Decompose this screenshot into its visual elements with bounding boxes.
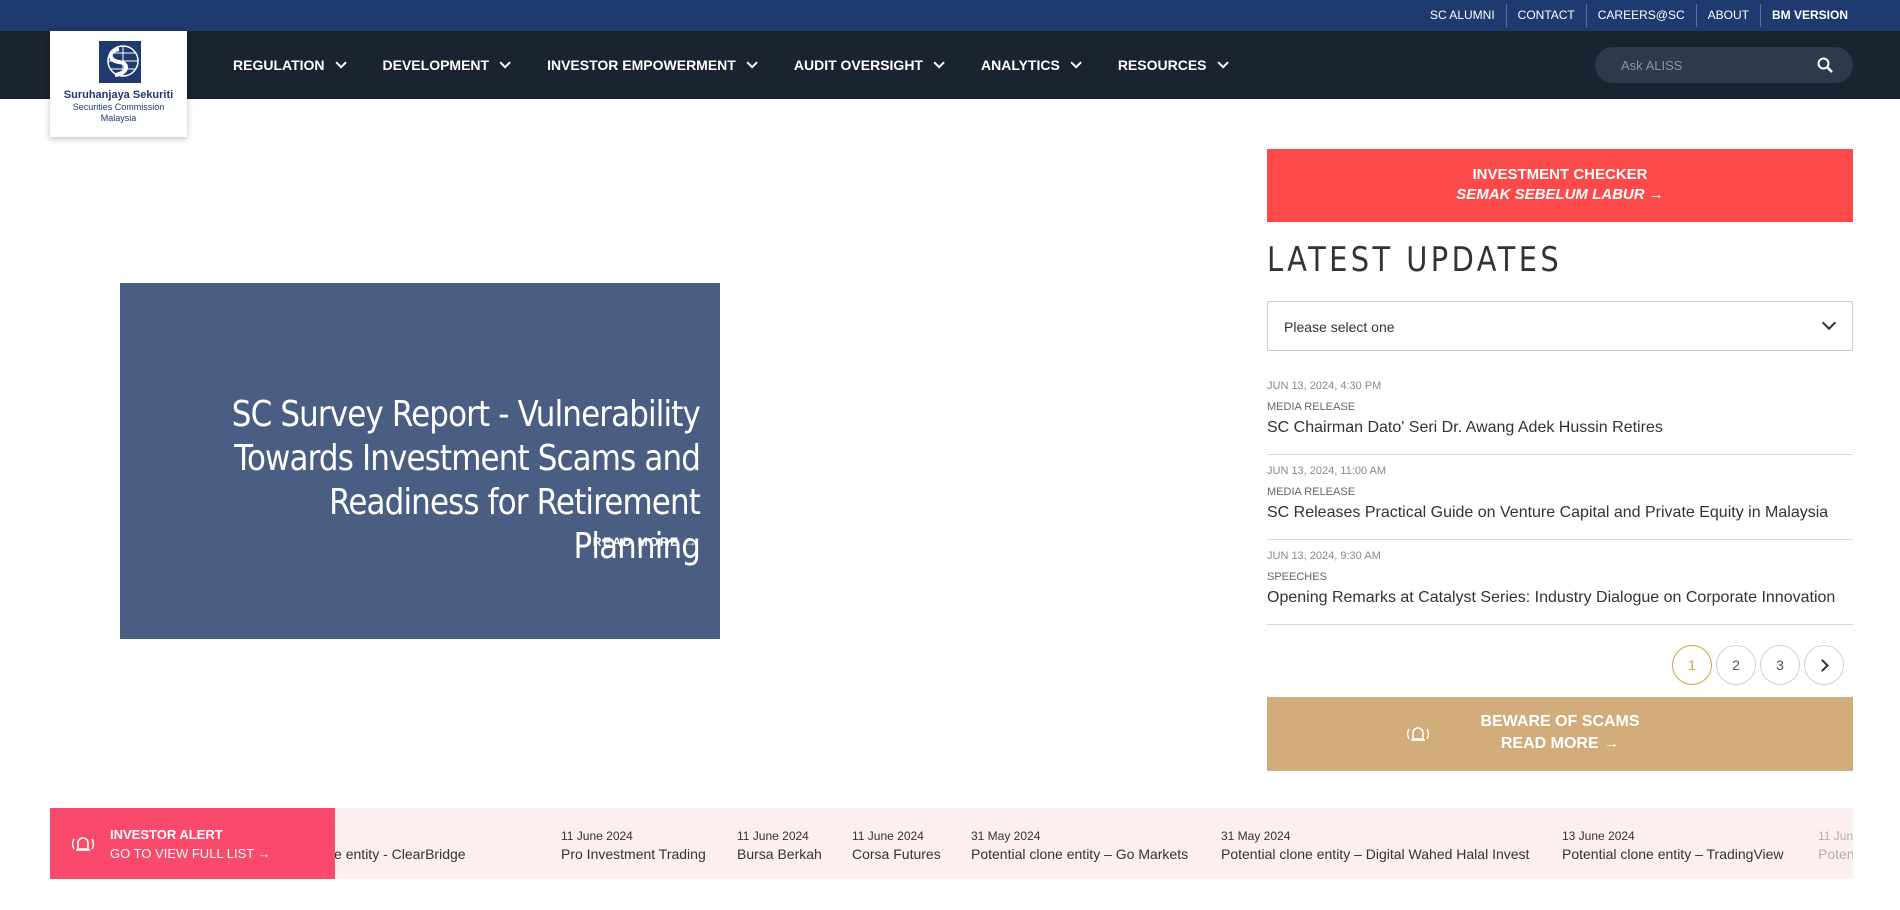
ticker-date: 31 May 2024 (971, 829, 1041, 843)
ticker-item[interactable]: 11 June 2024 Potential clone entity (1818, 829, 1853, 862)
nav-label: ANALYTICS (980, 57, 1060, 73)
sc-logo-icon (99, 41, 141, 83)
news-item[interactable]: JUN 13, 2024, 9:30 AM SPEECHES Opening R… (1267, 550, 1853, 625)
chevron-down-icon (933, 57, 945, 69)
ticker-date: 11 June 2024 (852, 829, 924, 843)
nav-label: AUDIT OVERSIGHT (793, 57, 923, 73)
site-logo[interactable]: Suruhanjaya Sekuriti Securities Commissi… (50, 31, 187, 137)
search-input[interactable] (1621, 47, 1811, 83)
chevron-down-icon (499, 57, 511, 69)
news-headline[interactable]: SC Chairman Dato' Seri Dr. Awang Adek Hu… (1267, 419, 1853, 437)
ticker-name: Potential clone entity – TradingView (1562, 846, 1784, 862)
next-page-button[interactable] (1804, 645, 1844, 685)
alarm-bell-icon (1406, 727, 1430, 741)
top-link-contact[interactable]: CONTACT (1505, 4, 1586, 27)
top-links: SC ALUMNI CONTACT CAREERS@SC ABOUT BM VE… (1419, 0, 1859, 31)
news-headline[interactable]: SC Releases Practical Guide on Venture C… (1267, 504, 1853, 522)
page-button-2[interactable]: 2 (1716, 645, 1756, 685)
scams-title: BEWARE OF SCAMS (1480, 713, 1640, 730)
select-value: Please select one (1284, 319, 1395, 335)
logo-text-english: Securities Commission (72, 102, 165, 112)
latest-updates-heading: LATEST UPDATES (1267, 240, 1563, 280)
news-item[interactable]: JUN 13, 2024, 11:00 AM MEDIA RELEASE SC … (1267, 465, 1853, 540)
hero-read-more-link[interactable]: READ MORE → (593, 535, 698, 549)
alarm-bell-icon (71, 837, 95, 851)
chevron-down-icon (1821, 315, 1837, 331)
ticker-item[interactable]: 11 June 2024 Bursa Berkah (737, 829, 822, 862)
nav-label: REGULATION (233, 57, 325, 73)
chevron-down-icon (1070, 57, 1082, 69)
nav-development[interactable]: DEVELOPMENT (382, 57, 511, 73)
nav-regulation[interactable]: REGULATION (233, 57, 347, 73)
nav-label: RESOURCES (1117, 57, 1207, 73)
main-menu: REGULATION DEVELOPMENT INVESTOR EMPOWERM… (233, 31, 1265, 99)
nav-label: INVESTOR EMPOWERMENT (547, 57, 736, 73)
ticker-name: Potential clone entity – Digital Wahed H… (1221, 846, 1530, 862)
alert-view-list-link: GO TO VIEW FULL LIST → (110, 846, 271, 861)
ticker-name: Bursa Berkah (737, 846, 822, 862)
page-button-3[interactable]: 3 (1760, 645, 1800, 685)
page-button-1[interactable]: 1 (1672, 645, 1712, 685)
top-utility-bar: SC ALUMNI CONTACT CAREERS@SC ABOUT BM VE… (0, 0, 1900, 31)
ticker-name: Potential clone entity (1818, 846, 1853, 862)
updates-filter-select[interactable]: Please select one (1267, 301, 1853, 351)
ticker-date: 31 May 2024 (1221, 829, 1291, 843)
news-date: JUN 13, 2024, 4:30 PM (1267, 380, 1382, 392)
chevron-down-icon (1216, 57, 1229, 69)
search-box (1595, 47, 1853, 83)
top-link-sc-alumni[interactable]: SC ALUMNI (1419, 4, 1506, 27)
investor-alert-bar: 11 June 2024Potential clone entity - Cle… (50, 808, 1853, 879)
main-navbar: Suruhanjaya Sekuriti Securities Commissi… (0, 31, 1900, 137)
news-item[interactable]: JUN 13, 2024, 4:30 PM MEDIA RELEASE SC C… (1267, 380, 1853, 455)
scams-read-more: READ MORE → (1500, 735, 1620, 752)
ticker-item[interactable]: 31 May 2024 Potential clone entity – Digi… (1221, 829, 1529, 862)
ticker-name: Corsa Futures (852, 846, 941, 862)
news-headline[interactable]: Opening Remarks at Catalyst Series: Indu… (1267, 589, 1853, 607)
logo-text-country: Malaysia (100, 113, 137, 123)
ticker-item[interactable]: 11 June 2024 Corsa Futures (852, 829, 941, 862)
news-category: SPEECHES (1267, 571, 1327, 583)
news-category: MEDIA RELEASE (1267, 401, 1356, 413)
beware-of-scams-button[interactable]: BEWARE OF SCAMS READ MORE → (1267, 697, 1853, 771)
checker-title: INVESTMENT CHECKER (1472, 166, 1648, 183)
ticker-date: 13 June 2024 (1562, 829, 1635, 843)
ticker-name: Pro Investment Trading (561, 846, 706, 862)
hero-banner[interactable]: SC Survey Report - Vulnerability Towards… (120, 283, 720, 639)
nav-resources[interactable]: RESOURCES (1117, 57, 1229, 73)
ticker-item[interactable]: 31 May 2024 Potential clone entity – Go M… (971, 829, 1188, 862)
top-link-about[interactable]: ABOUT (1695, 4, 1760, 27)
ticker-item[interactable]: 13 June 2024 Potential clone entity – Tra… (1562, 829, 1784, 862)
alert-title: INVESTOR ALERT (110, 827, 223, 842)
chevron-down-icon (746, 57, 758, 69)
ticker-date: 11 June 2024 (561, 829, 633, 843)
search-icon[interactable] (1817, 57, 1833, 73)
chevron-right-icon (1816, 658, 1829, 672)
news-date: JUN 13, 2024, 11:00 AM (1267, 465, 1387, 477)
nav-investor-empowerment[interactable]: INVESTOR EMPOWERMENT (547, 57, 758, 73)
ticker-date: 11 June 2024 (1818, 829, 1853, 843)
top-link-careers[interactable]: CAREERS@SC (1585, 4, 1696, 27)
checker-subtitle: SEMAK SEBELUM LABUR → (1456, 186, 1664, 203)
investor-alert-button[interactable]: INVESTOR ALERT GO TO VIEW FULL LIST → (50, 808, 335, 879)
top-link-bm-version[interactable]: BM VERSION (1759, 4, 1859, 27)
nav-audit-oversight[interactable]: AUDIT OVERSIGHT (793, 57, 945, 73)
news-date: JUN 13, 2024, 9:30 AM (1267, 550, 1381, 562)
pagination: 1 2 3 (1668, 645, 1844, 685)
ticker-date: 11 June 2024 (737, 829, 809, 843)
ticker-name: Potential clone entity – Go Markets (971, 846, 1189, 862)
investment-checker-button[interactable]: INVESTMENT CHECKER SEMAK SEBELUM LABUR → (1267, 149, 1853, 222)
chevron-down-icon (334, 57, 347, 69)
ticker-item[interactable]: 11 June 2024 Pro Investment Trading (561, 829, 706, 862)
nav-analytics[interactable]: ANALYTICS (980, 57, 1082, 73)
news-category: MEDIA RELEASE (1267, 486, 1356, 498)
logo-text-malay: Suruhanjaya Sekuriti (63, 89, 174, 101)
nav-label: DEVELOPMENT (382, 57, 490, 73)
